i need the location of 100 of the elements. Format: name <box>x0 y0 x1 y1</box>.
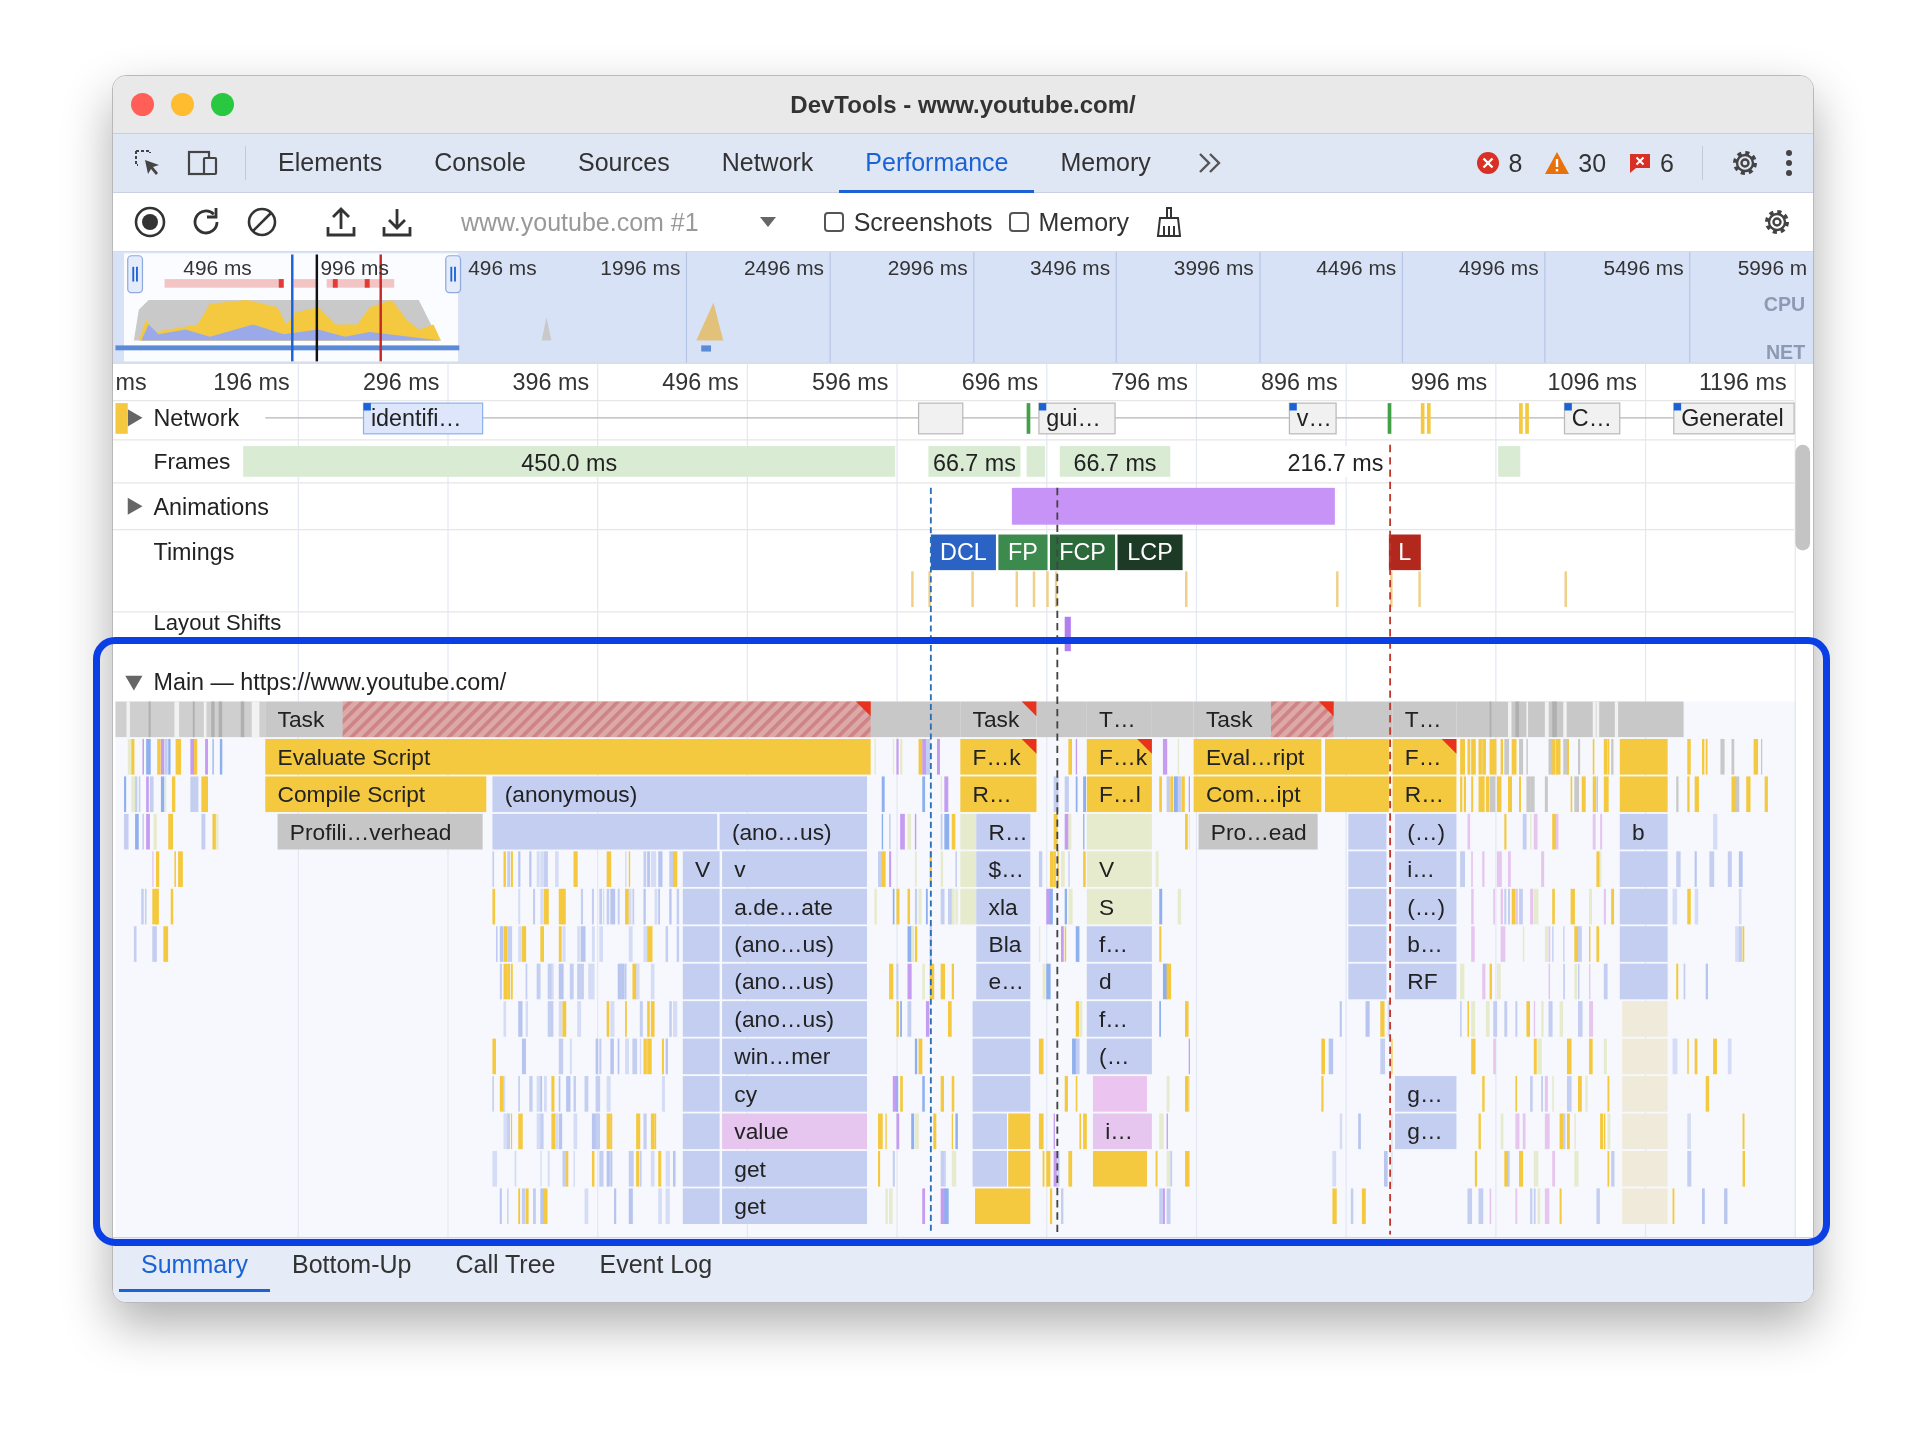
range-handle[interactable] <box>445 255 462 294</box>
script-entry[interactable]: Com…ipt <box>1193 776 1322 813</box>
network-request[interactable]: Generatel <box>1673 402 1795 435</box>
function-entry[interactable]: (ano…us) <box>722 926 867 962</box>
network-request[interactable]: identifi… <box>362 402 484 435</box>
function-entry[interactable]: (anonymous) <box>492 776 867 813</box>
function-entry[interactable]: get <box>722 1188 867 1225</box>
expand-arrow-icon[interactable] <box>127 409 143 427</box>
network-request[interactable]: v… <box>1288 402 1337 435</box>
function-entry[interactable]: $… <box>976 851 1031 887</box>
device-toolbar-icon[interactable] <box>187 148 219 178</box>
timing-marker[interactable]: DCL <box>930 534 996 571</box>
function-entry[interactable]: a.de…ate <box>722 888 867 925</box>
frame-bar[interactable]: 450.0 ms <box>243 446 896 477</box>
checkbox-label[interactable]: Screenshots <box>853 207 993 237</box>
animation-bar[interactable] <box>1011 487 1335 525</box>
overview-tick-label: 4496 ms <box>1316 256 1397 280</box>
network-request[interactable]: gui… <box>1038 402 1116 435</box>
details-tab[interactable]: Summary <box>119 1238 270 1292</box>
clear-icon[interactable] <box>245 205 279 239</box>
script-entry[interactable]: F…k <box>1086 738 1152 775</box>
expand-arrow-icon[interactable] <box>125 675 143 691</box>
task-entry[interactable]: Task <box>960 701 1037 738</box>
timing-marker[interactable]: FP <box>998 534 1048 571</box>
issue-icon[interactable] <box>1628 151 1653 175</box>
flame-entry[interactable] <box>1036 701 1087 738</box>
window-title: DevTools - www.youtube.com/ <box>790 90 1136 119</box>
checkbox[interactable] <box>823 212 844 232</box>
function-entry[interactable]: f… <box>1086 1001 1152 1037</box>
panel-tab[interactable]: Network <box>695 134 840 193</box>
panel-tab[interactable]: Sources <box>551 134 696 193</box>
task-entry[interactable]: T… <box>1392 701 1457 738</box>
overhead-entry[interactable]: Profili…verhead <box>277 813 483 850</box>
function-entry[interactable]: (…) <box>1395 888 1457 925</box>
function-entry[interactable]: R… <box>976 813 1031 850</box>
script-entry[interactable]: Compile Script <box>265 776 487 813</box>
script-entry[interactable]: Evaluate Script <box>265 738 871 775</box>
task-entry[interactable]: T… <box>1086 701 1152 738</box>
flame-entry[interactable]: S <box>1086 888 1152 925</box>
details-tab[interactable]: Event Log <box>577 1238 735 1292</box>
frame-bar[interactable]: 66.7 ms <box>1059 446 1171 477</box>
panel-tab[interactable]: Memory <box>1034 134 1177 193</box>
task-entry[interactable]: Task <box>265 701 871 738</box>
function-entry[interactable]: win…mer <box>722 1038 867 1075</box>
script-entry[interactable]: F…l <box>1086 776 1152 813</box>
function-entry[interactable]: (…) <box>1395 813 1457 850</box>
function-entry[interactable]: (ano…us) <box>722 1001 867 1037</box>
zoom-window-button[interactable] <box>211 93 234 116</box>
function-entry[interactable]: V <box>682 851 720 887</box>
script-entry[interactable]: F… <box>1392 738 1457 775</box>
function-entry[interactable]: cy <box>722 1076 867 1112</box>
flame-entry[interactable]: V <box>1086 851 1152 887</box>
more-tabs-icon[interactable] <box>1196 151 1223 175</box>
checkbox-label[interactable]: Memory <box>1038 207 1129 237</box>
range-handle[interactable] <box>127 255 144 294</box>
minimize-window-button[interactable] <box>171 93 194 116</box>
expand-arrow-icon[interactable] <box>127 497 143 515</box>
function-entry[interactable]: (ano…us) <box>719 813 867 850</box>
style-entry[interactable]: i… <box>1092 1113 1152 1150</box>
script-entry[interactable]: F…k <box>960 738 1037 775</box>
function-entry[interactable]: (… <box>1086 1038 1152 1075</box>
frame-bar[interactable]: 66.7 ms <box>928 446 1021 477</box>
function-entry[interactable]: d <box>1086 963 1152 1000</box>
details-tab[interactable]: Bottom-Up <box>269 1238 434 1292</box>
script-entry[interactable]: R… <box>960 776 1037 813</box>
function-entry[interactable]: get <box>722 1150 867 1187</box>
task-entry[interactable]: Task <box>1193 701 1334 738</box>
flame-entry[interactable] <box>870 701 961 738</box>
more-options-icon[interactable] <box>1785 149 1793 177</box>
function-entry[interactable]: Bla <box>976 926 1031 962</box>
ruler-label: 896 ms <box>1261 368 1338 395</box>
function-entry[interactable]: (ano…us) <box>722 963 867 1000</box>
style-entry[interactable]: value <box>722 1113 867 1150</box>
scrollbar-thumb[interactable] <box>1795 444 1811 551</box>
details-tab[interactable]: Call Tree <box>433 1238 578 1292</box>
function-entry[interactable]: i… <box>1395 851 1457 887</box>
error-icon[interactable] <box>1476 151 1501 175</box>
warning-icon[interactable] <box>1544 151 1571 175</box>
function-entry[interactable]: g… <box>1395 1076 1457 1112</box>
function-entry[interactable]: xla <box>976 888 1031 925</box>
checkbox[interactable] <box>1008 212 1029 232</box>
script-entry[interactable]: R… <box>1392 776 1457 813</box>
panel-tab[interactable]: Elements <box>252 134 409 193</box>
function-entry[interactable]: g… <box>1395 1113 1457 1150</box>
record-icon[interactable] <box>133 205 167 239</box>
net-label: NET <box>1765 340 1806 363</box>
function-entry[interactable]: e… <box>976 963 1031 1000</box>
overhead-entry[interactable]: Pro…ead <box>1198 813 1318 850</box>
timing-marker[interactable]: LCP <box>1117 534 1183 571</box>
function-entry[interactable]: b <box>1619 813 1668 850</box>
function-entry[interactable]: f… <box>1086 926 1152 962</box>
network-request[interactable]: C… <box>1563 402 1621 435</box>
script-entry[interactable]: Eval…ript <box>1193 738 1322 775</box>
upload-icon[interactable] <box>324 205 358 239</box>
function-entry[interactable]: b… <box>1395 926 1457 962</box>
function-entry[interactable]: v <box>722 851 867 887</box>
panel-tab[interactable]: Console <box>408 134 552 193</box>
function-entry[interactable]: RF <box>1395 963 1457 1000</box>
panel-tab[interactable]: Performance <box>839 134 1035 193</box>
close-window-button[interactable] <box>131 93 154 116</box>
